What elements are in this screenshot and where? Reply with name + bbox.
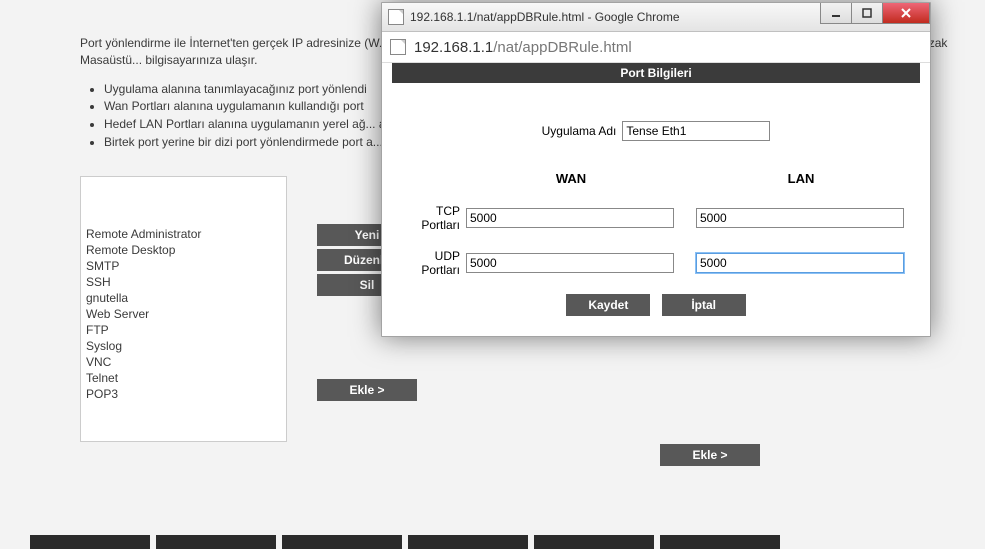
panel-header: Port Bilgileri [392, 63, 920, 83]
close-button[interactable] [882, 3, 930, 24]
page-icon [390, 39, 406, 55]
list-item[interactable]: FTP [82, 322, 285, 338]
lan-column-header: LAN [696, 171, 906, 186]
tcp-wan-input[interactable] [466, 208, 674, 228]
address-host: 192.168.1.1 [414, 39, 493, 56]
list-item[interactable]: Syslog [82, 338, 285, 354]
app-list[interactable]: Remote Administrator Remote Desktop SMTP… [80, 176, 287, 442]
window-title: 192.168.1.1/nat/appDBRule.html - Google … [410, 10, 680, 24]
add-button-left[interactable]: Ekle > [317, 379, 417, 401]
bottom-tabs [30, 535, 780, 549]
tcp-lan-input[interactable] [696, 208, 904, 228]
udp-lan-input[interactable] [696, 253, 904, 273]
address-path: /nat/appDBRule.html [493, 39, 631, 56]
window-titlebar[interactable]: 192.168.1.1/nat/appDBRule.html - Google … [382, 3, 930, 32]
app-name-input[interactable] [622, 121, 770, 141]
list-item[interactable]: gnutella [82, 290, 285, 306]
popup-window: 192.168.1.1/nat/appDBRule.html - Google … [381, 2, 931, 337]
udp-wan-input[interactable] [466, 253, 674, 273]
tcp-ports-label: TCPPortları [406, 204, 466, 233]
list-item[interactable]: Remote Desktop [82, 242, 285, 258]
list-item[interactable]: Web Server [82, 306, 285, 322]
list-item[interactable]: SMTP [82, 258, 285, 274]
app-name-label: Uygulama Adı [542, 124, 617, 138]
save-button[interactable]: Kaydet [566, 294, 650, 316]
address-bar[interactable]: 192.168.1.1/nat/appDBRule.html [382, 32, 930, 63]
add-button-right[interactable]: Ekle > [660, 444, 760, 466]
cancel-button[interactable]: İptal [662, 294, 746, 316]
list-item[interactable]: Telnet [82, 370, 285, 386]
wan-column-header: WAN [466, 171, 676, 186]
list-item[interactable]: Remote Administrator [82, 226, 285, 242]
page-icon [388, 9, 404, 25]
list-item[interactable]: VNC [82, 354, 285, 370]
udp-ports-label: UDPPortları [406, 249, 466, 278]
list-item[interactable]: POP3 [82, 386, 285, 402]
maximize-button[interactable] [851, 3, 883, 24]
list-item[interactable]: SSH [82, 274, 285, 290]
minimize-button[interactable] [820, 3, 852, 24]
